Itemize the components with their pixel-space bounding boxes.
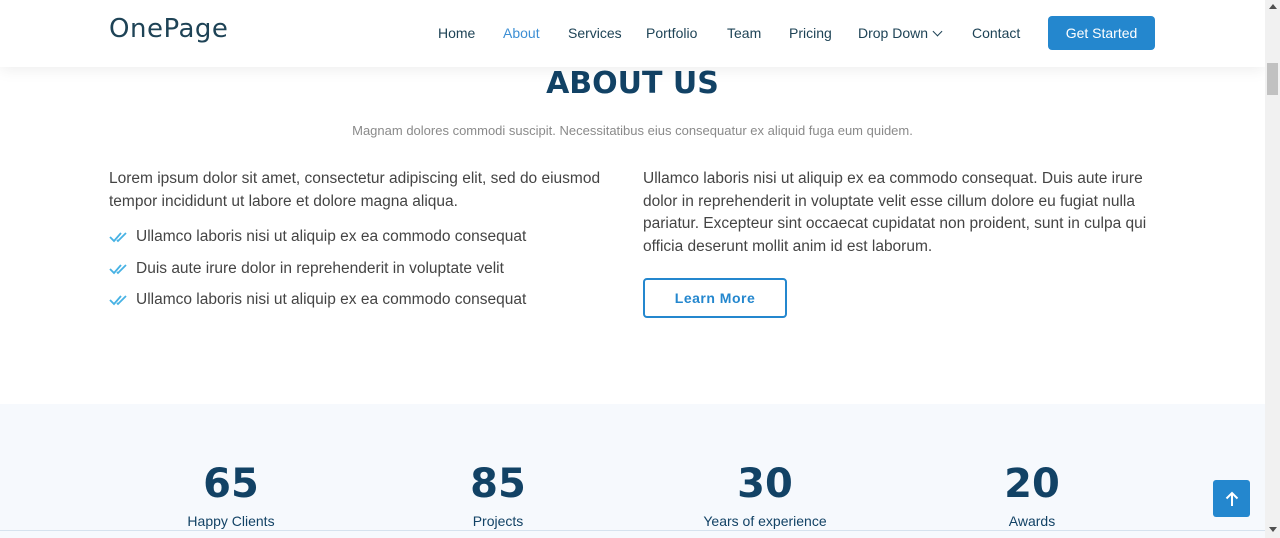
count-number: 20 xyxy=(1004,461,1060,507)
count-label: Projects xyxy=(472,513,524,529)
scroll-down-arrow-icon[interactable] xyxy=(1269,527,1277,532)
site-header: OnePage Home About Services Portfolio Te… xyxy=(0,0,1265,67)
count-label: Years of experience xyxy=(703,513,827,529)
count-number: 30 xyxy=(737,461,793,507)
about-intro-text: Lorem ipsum dolor sit amet, consectetur … xyxy=(109,170,601,210)
count-item: 20 Awards xyxy=(932,460,1132,529)
list-item-text: Ullamco laboris nisi ut aliquip ex ea co… xyxy=(136,228,527,245)
double-check-icon xyxy=(109,295,127,306)
list-item: Ullamco laboris nisi ut aliquip ex ea co… xyxy=(109,291,629,323)
nav-dropdown[interactable]: Drop Down xyxy=(858,25,943,41)
counts-section: 65 Happy Clients 85 Projects 30 Years of… xyxy=(0,404,1265,538)
nav-home[interactable]: Home xyxy=(438,25,475,41)
count-number: 65 xyxy=(203,461,259,507)
double-check-icon xyxy=(109,263,127,274)
list-item: Ullamco laboris nisi ut aliquip ex ea co… xyxy=(109,228,629,260)
count-label: Awards xyxy=(1008,513,1056,529)
logo[interactable]: OnePage xyxy=(109,14,228,44)
section-subtitle: Magnam dolores commodi suscipit. Necessi… xyxy=(352,123,913,138)
double-check-icon xyxy=(109,232,127,243)
vertical-scrollbar[interactable] xyxy=(1265,0,1280,538)
nav-dropdown-label: Drop Down xyxy=(858,25,929,41)
list-item: Duis aute irure dolor in reprehenderit i… xyxy=(109,260,629,292)
list-item-text: Ullamco laboris nisi ut aliquip ex ea co… xyxy=(136,291,527,308)
count-label: Happy Clients xyxy=(187,513,275,529)
list-item-text: Duis aute irure dolor in reprehenderit i… xyxy=(136,259,504,277)
count-item: 30 Years of experience xyxy=(665,460,865,529)
back-to-top-button[interactable] xyxy=(1213,480,1250,517)
section-title: ABOUT US xyxy=(546,66,719,101)
count-item: 85 Projects xyxy=(398,460,598,529)
nav-contact[interactable]: Contact xyxy=(972,25,1020,41)
about-left-column: Lorem ipsum dolor sit amet, consectetur … xyxy=(109,168,629,323)
about-right-column: Ullamco laboris nisi ut aliquip ex ea co… xyxy=(643,168,1163,318)
arrow-up-icon xyxy=(1225,491,1238,506)
nav-portfolio[interactable]: Portfolio xyxy=(646,25,697,41)
count-number: 85 xyxy=(470,461,526,507)
nav-pricing[interactable]: Pricing xyxy=(789,25,832,41)
about-body-text: Ullamco laboris nisi ut aliquip ex ea co… xyxy=(643,170,1147,255)
scrollbar-thumb[interactable] xyxy=(1267,63,1278,95)
nav-about[interactable]: About xyxy=(503,25,540,41)
chevron-down-icon xyxy=(932,26,943,37)
divider xyxy=(0,530,1265,531)
scroll-up-arrow-icon[interactable] xyxy=(1269,4,1277,9)
feature-checklist: Ullamco laboris nisi ut aliquip ex ea co… xyxy=(109,228,629,323)
count-item: 65 Happy Clients xyxy=(131,460,331,529)
learn-more-button[interactable]: Learn More xyxy=(643,278,787,318)
nav-services[interactable]: Services xyxy=(568,25,622,41)
nav-team[interactable]: Team xyxy=(727,25,761,41)
get-started-button[interactable]: Get Started xyxy=(1048,16,1155,50)
